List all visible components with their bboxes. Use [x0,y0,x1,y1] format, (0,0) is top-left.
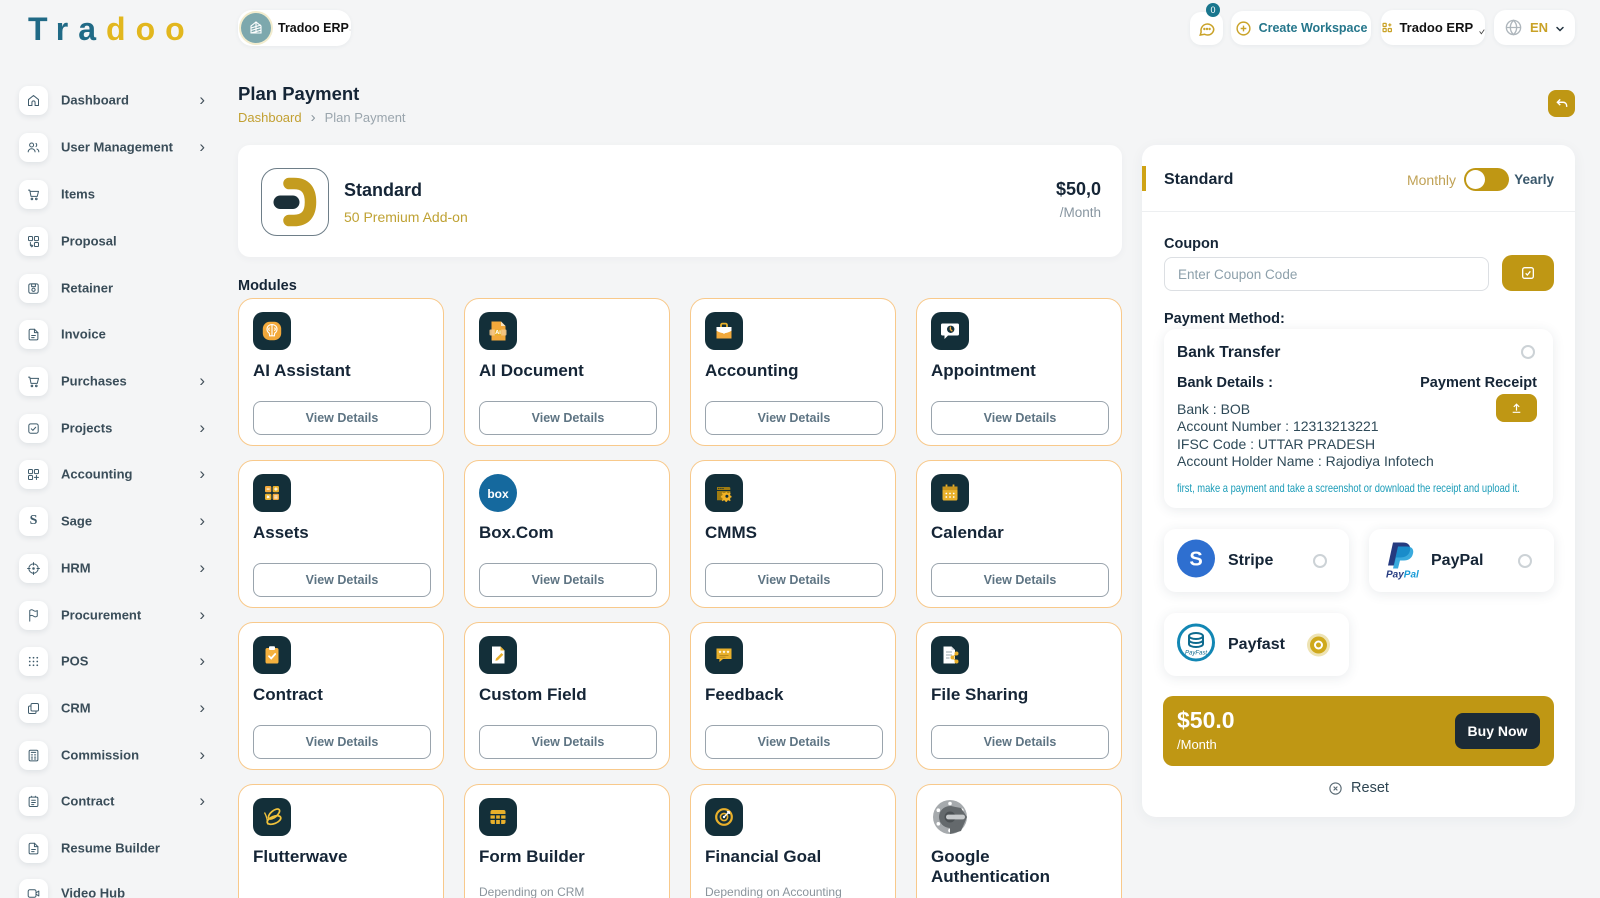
svg-text:PayPal: PayPal [1386,569,1419,580]
svg-text:S: S [1189,548,1202,570]
svg-text:PayFast: PayFast [1185,650,1207,656]
svg-text:box: box [487,487,509,501]
svg-text:Ai: Ai [495,330,501,336]
